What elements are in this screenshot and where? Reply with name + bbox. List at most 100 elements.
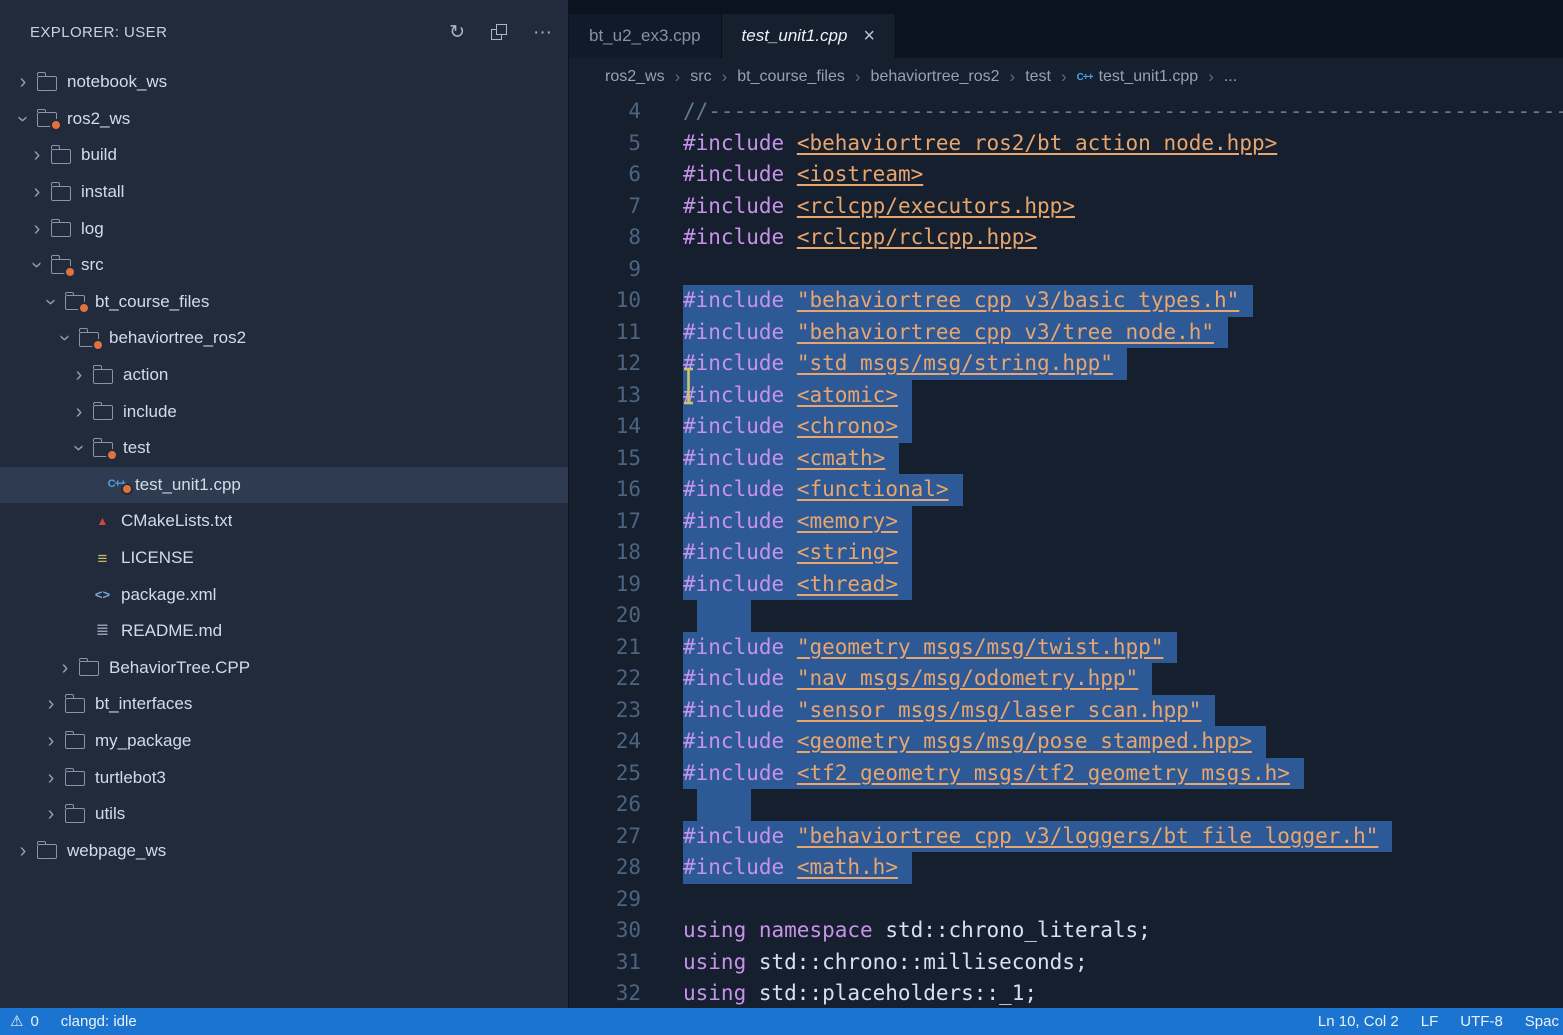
status-item-0[interactable]: ⚠0 bbox=[10, 1013, 39, 1030]
tree-item-label: package.xml bbox=[121, 585, 216, 605]
code-line-4[interactable]: 4//-------------------------------------… bbox=[569, 96, 1563, 128]
code-line-27[interactable]: 27#include "behaviortree_cpp_v3/loggers/… bbox=[569, 821, 1563, 853]
line-number: 31 bbox=[569, 947, 641, 979]
tree-item-bt_interfaces[interactable]: ›bt_interfaces bbox=[0, 686, 568, 723]
tree-item-behaviortree_ros2[interactable]: ›behaviortree_ros2 bbox=[0, 320, 568, 357]
tab-label: test_unit1.cpp bbox=[742, 26, 848, 46]
code-line-18[interactable]: 18#include <string> bbox=[569, 537, 1563, 569]
status-item-clangd-idle[interactable]: clangd: idle bbox=[61, 1013, 137, 1030]
tree-item-test_unit1.cpp[interactable]: C++test_unit1.cpp bbox=[0, 467, 568, 504]
tree-item-LICENSE[interactable]: ≡LICENSE bbox=[0, 540, 568, 577]
tab-test_unit1.cpp[interactable]: test_unit1.cpp × bbox=[722, 14, 897, 58]
tree-item-README.md[interactable]: ≣ README.md bbox=[0, 613, 568, 650]
folder-icon bbox=[65, 808, 85, 823]
code-line-7[interactable]: 7#include <rclcpp/executors.hpp> bbox=[569, 191, 1563, 223]
tree-item-my_package[interactable]: ›my_package bbox=[0, 723, 568, 760]
code-line-14[interactable]: 14#include <chrono> bbox=[569, 411, 1563, 443]
include-path-token: <atomic> bbox=[797, 383, 898, 407]
code-line-5[interactable]: 5#include <behaviortree_ros2/bt_action_n… bbox=[569, 128, 1563, 160]
code-line-20[interactable]: 20 bbox=[569, 600, 1563, 632]
tree-item-notebook_ws[interactable]: ›notebook_ws bbox=[0, 64, 568, 101]
tree-item-bt_course_files[interactable]: ›bt_course_files bbox=[0, 284, 568, 321]
status-item-Ln-10-Col-2[interactable]: Ln 10, Col 2 bbox=[1318, 1013, 1399, 1030]
status-left: ⚠0 clangd: idle bbox=[10, 1013, 137, 1030]
code-editor[interactable]: 4//-------------------------------------… bbox=[569, 96, 1563, 1010]
close-icon[interactable]: × bbox=[863, 25, 875, 48]
status-right: Ln 10, Col 2 LF UTF-8 Spac bbox=[1318, 1013, 1559, 1030]
tree-item-log[interactable]: ›log bbox=[0, 210, 568, 247]
modified-dot bbox=[121, 483, 133, 495]
breadcrumb-item-bt_course_files[interactable]: bt_course_files bbox=[737, 68, 845, 86]
tree-item-webpage_ws[interactable]: ›webpage_ws bbox=[0, 832, 568, 869]
code-line-15[interactable]: 15#include <cmath> bbox=[569, 443, 1563, 475]
more-icon[interactable]: ··· bbox=[533, 23, 552, 42]
tree-item-include[interactable]: ›include bbox=[0, 393, 568, 430]
status-item-LF[interactable]: LF bbox=[1421, 1013, 1439, 1030]
include-path-token: <behaviortree_ros2/bt_action_node.hpp> bbox=[797, 131, 1277, 155]
breadcrumb-item-src[interactable]: src bbox=[690, 68, 711, 86]
refresh-icon[interactable]: ↻ bbox=[449, 23, 465, 42]
code-line-8[interactable]: 8#include <rclcpp/rclcpp.hpp> bbox=[569, 222, 1563, 254]
code-line-29[interactable]: 29 bbox=[569, 884, 1563, 916]
line-content: #include <thread> bbox=[683, 569, 912, 601]
code-line-17[interactable]: 17#include <memory> bbox=[569, 506, 1563, 538]
code-line-23[interactable]: 23#include "sensor_msgs/msg/laser_scan.h… bbox=[569, 695, 1563, 727]
breadcrumb-item-ros2_ws[interactable]: ros2_ws bbox=[605, 68, 665, 86]
code-line-16[interactable]: 16#include <functional> bbox=[569, 474, 1563, 506]
code-line-21[interactable]: 21#include "geometry_msgs/msg/twist.hpp" bbox=[569, 632, 1563, 664]
tree-item-label: install bbox=[81, 182, 124, 202]
line-content: #include <cmath> bbox=[683, 443, 899, 475]
code-line-9[interactable]: 9 bbox=[569, 254, 1563, 286]
cmake-file-icon: ▲ bbox=[92, 515, 113, 527]
status-item-UTF-8[interactable]: UTF-8 bbox=[1460, 1013, 1503, 1030]
tree-item-src[interactable]: ›src bbox=[0, 247, 568, 284]
tree-item-turtlebot3[interactable]: ›turtlebot3 bbox=[0, 759, 568, 796]
tree-item-action[interactable]: ›action bbox=[0, 357, 568, 394]
line-content: #include <functional> bbox=[683, 474, 963, 506]
code-line-26[interactable]: 26 bbox=[569, 789, 1563, 821]
line-number: 8 bbox=[569, 222, 641, 254]
code-line-24[interactable]: 24#include <geometry_msgs/msg/pose_stamp… bbox=[569, 726, 1563, 758]
tree-item-CMakeLists.txt[interactable]: ▲CMakeLists.txt bbox=[0, 503, 568, 540]
tree-item-utils[interactable]: ›utils bbox=[0, 796, 568, 833]
code-line-19[interactable]: 19#include <thread> bbox=[569, 569, 1563, 601]
tree-item-BehaviorTree.CPP[interactable]: ›BehaviorTree.CPP bbox=[0, 650, 568, 687]
code-line-11[interactable]: 11#include "behaviortree_cpp_v3/tree_nod… bbox=[569, 317, 1563, 349]
code-line-10[interactable]: 10#include "behaviortree_cpp_v3/basic_ty… bbox=[569, 285, 1563, 317]
tree-item-ros2_ws[interactable]: ›ros2_ws bbox=[0, 101, 568, 138]
code-line-6[interactable]: 6#include <iostream> bbox=[569, 159, 1563, 191]
tree-item-label: LICENSE bbox=[121, 548, 194, 568]
include-path-token: <thread> bbox=[797, 572, 898, 596]
tree-item-test[interactable]: ›test bbox=[0, 430, 568, 467]
breadcrumb-item-test[interactable]: test bbox=[1025, 68, 1051, 86]
text-token bbox=[784, 666, 797, 690]
chevron-right-icon: › bbox=[66, 402, 92, 422]
modified-dot bbox=[64, 266, 76, 278]
code-line-31[interactable]: 31using std::chrono::milliseconds; bbox=[569, 947, 1563, 979]
tab-bt_u2_ex3.cpp[interactable]: bt_u2_ex3.cpp bbox=[569, 14, 722, 58]
chevron-down-icon: › bbox=[41, 289, 61, 315]
md-file-icon: ≣ bbox=[92, 623, 113, 639]
code-line-22[interactable]: 22#include "nav_msgs/msg/odometry.hpp" bbox=[569, 663, 1563, 695]
line-content: #include <atomic> bbox=[683, 380, 912, 412]
breadcrumb-item-test_unit1.cpp[interactable]: C++test_unit1.cpp bbox=[1077, 68, 1199, 86]
chevron-right-icon: › bbox=[10, 72, 36, 92]
code-line-32[interactable]: 32using std::placeholders::_1; bbox=[569, 978, 1563, 1010]
tree-item-label: README.md bbox=[121, 621, 222, 641]
code-line-12[interactable]: 12#include "std_msgs/msg/string.hpp" bbox=[569, 348, 1563, 380]
include-path-token: <rclcpp/executors.hpp> bbox=[797, 194, 1075, 218]
code-line-25[interactable]: 25#include <tf2_geometry_msgs/tf2_geomet… bbox=[569, 758, 1563, 790]
line-content: #include "behaviortree_cpp_v3/loggers/bt… bbox=[683, 821, 1392, 853]
collapse-icon[interactable] bbox=[491, 24, 507, 40]
code-line-30[interactable]: 30using namespace std::chrono_literals; bbox=[569, 915, 1563, 947]
breadcrumb-item-behaviortree_ros2[interactable]: behaviortree_ros2 bbox=[871, 68, 1000, 86]
tree-item-package.xml[interactable]: <>package.xml bbox=[0, 576, 568, 613]
code-line-13[interactable]: 13#include <atomic> bbox=[569, 380, 1563, 412]
include-path-token: <iostream> bbox=[797, 162, 923, 186]
tree-item-install[interactable]: ›install bbox=[0, 174, 568, 211]
status-item-Spac[interactable]: Spac bbox=[1525, 1013, 1559, 1030]
breadcrumb-item-...[interactable]: ... bbox=[1224, 68, 1237, 86]
keyword-token: using bbox=[683, 918, 746, 942]
tree-item-build[interactable]: ›build bbox=[0, 137, 568, 174]
code-line-28[interactable]: 28#include <math.h> bbox=[569, 852, 1563, 884]
